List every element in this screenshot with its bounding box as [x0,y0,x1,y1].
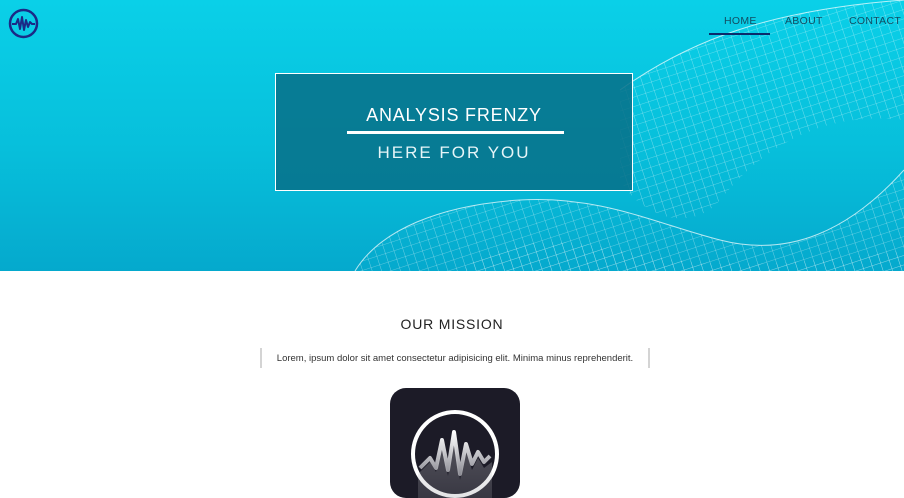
pulse-wave-icon [411,410,499,498]
hero-banner: ANALYSIS FRENZY HERE FOR YOU [275,73,633,191]
mission-title: OUR MISSION [400,316,504,332]
hero-subtitle: HERE FOR YOU [377,143,531,162]
hero-title: ANALYSIS FRENZY [366,105,542,125]
logo[interactable] [8,8,39,39]
hero-divider [347,131,564,134]
nav-home[interactable]: HOME [724,15,757,27]
nav-active-indicator [709,33,770,35]
nav-contact[interactable]: CONTACT [849,15,901,27]
mission-quote: Lorem, ipsum dolor sit amet consectetur … [260,348,650,368]
hero-section: HOME ABOUT CONTACT ANALYSIS FRENZY HERE … [0,0,904,271]
mission-quote-text: Lorem, ipsum dolor sit amet consectetur … [276,353,634,364]
nav-about[interactable]: ABOUT [785,15,823,27]
pulse-wave-icon [8,8,39,39]
app-icon [390,388,520,498]
